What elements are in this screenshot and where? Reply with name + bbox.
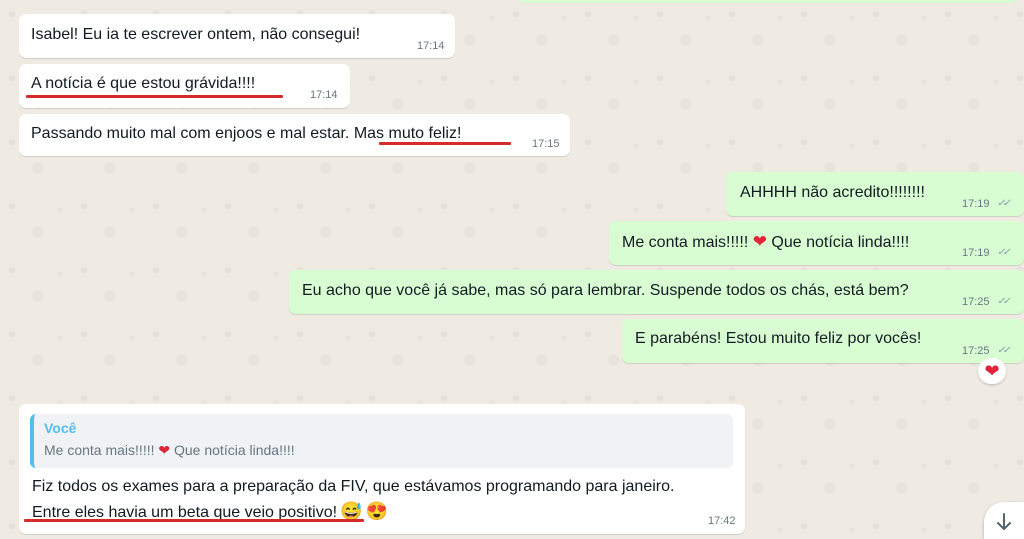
message-text: AHHHH não acredito!!!!!!!! [740, 184, 925, 201]
heart-eyes-emoji: 😍 [365, 501, 388, 521]
read-ticks-icon: ✓✓ [997, 247, 1011, 258]
highlighted-text: Mas muto feliz! [353, 125, 462, 142]
read-ticks-icon: ✓✓ [997, 345, 1011, 356]
quoted-text: Me conta mais!!!!! ❤ Que notícia linda!!… [44, 442, 295, 459]
message-time: 17:42 [708, 515, 736, 527]
message-time: 17:19 [962, 247, 990, 259]
message-text-part: Passando muito mal com enjoos e mal esta… [31, 125, 354, 142]
read-ticks-icon: ✓✓ [997, 296, 1011, 307]
quoted-text-part: Que notícia linda!!!! [170, 442, 295, 458]
message-text-part: Que notícia linda!!!! [766, 234, 910, 251]
red-heart-emoji: ❤ [752, 232, 767, 251]
red-heart-emoji: ❤ [158, 442, 171, 458]
highlight-underline [26, 95, 283, 98]
arrow-down-icon [997, 513, 1011, 530]
message-text: Isabel! Eu ia te escrever ontem, não con… [31, 26, 361, 43]
scroll-to-bottom-button[interactable] [984, 502, 1024, 539]
message-text-part: Me conta mais!!!!! [622, 234, 753, 251]
previous-message-edge [520, 0, 1014, 3]
message-time: 17:14 [310, 89, 338, 101]
message-text: A notícia é que estou grávida!!!! [31, 75, 256, 92]
quoted-message[interactable]: Você Me conta mais!!!!! ❤ Que notícia li… [30, 414, 733, 468]
incoming-message[interactable]: Isabel! Eu ia te escrever ontem, não con… [19, 14, 455, 58]
message-time: 17:19 [962, 198, 990, 210]
message-time: 17:25 [962, 345, 990, 357]
heart-reaction-icon[interactable]: ❤ [978, 358, 1006, 384]
outgoing-message[interactable]: AHHHH não acredito!!!!!!!! 17:19 ✓✓ [726, 172, 1024, 216]
read-ticks-icon: ✓✓ [997, 198, 1011, 209]
outgoing-message[interactable]: E parabéns! Estou muito feliz por vocês!… [622, 319, 1024, 363]
message-text-line: Fiz todos os exames para a preparação da… [32, 478, 675, 495]
message-time: 17:15 [532, 138, 560, 150]
incoming-message[interactable]: A notícia é que estou grávida!!!! 17:14 [19, 64, 350, 108]
message-time: 17:14 [417, 40, 445, 52]
quoted-text-part: Me conta mais!!!!! [44, 442, 159, 458]
outgoing-message[interactable]: Me conta mais!!!!! ❤ Que notícia linda!!… [609, 221, 1024, 265]
message-text: Passando muito mal com enjoos e mal esta… [31, 125, 461, 143]
message-text: Me conta mais!!!!! ❤ Que notícia linda!!… [622, 232, 909, 252]
outgoing-message[interactable]: Eu acho que você já sabe, mas só para le… [289, 270, 1024, 314]
message-text: Eu acho que você já sabe, mas só para le… [302, 282, 909, 299]
message-text: E parabéns! Estou muito feliz por vocês! [635, 330, 922, 347]
incoming-reply-message[interactable]: Você Me conta mais!!!!! ❤ Que notícia li… [19, 404, 745, 534]
message-time: 17:25 [962, 296, 990, 308]
highlight-underline [379, 142, 511, 145]
incoming-message[interactable]: Passando muito mal com enjoos e mal esta… [19, 114, 570, 156]
quoted-author: Você [44, 420, 77, 436]
highlight-underline [24, 519, 364, 522]
